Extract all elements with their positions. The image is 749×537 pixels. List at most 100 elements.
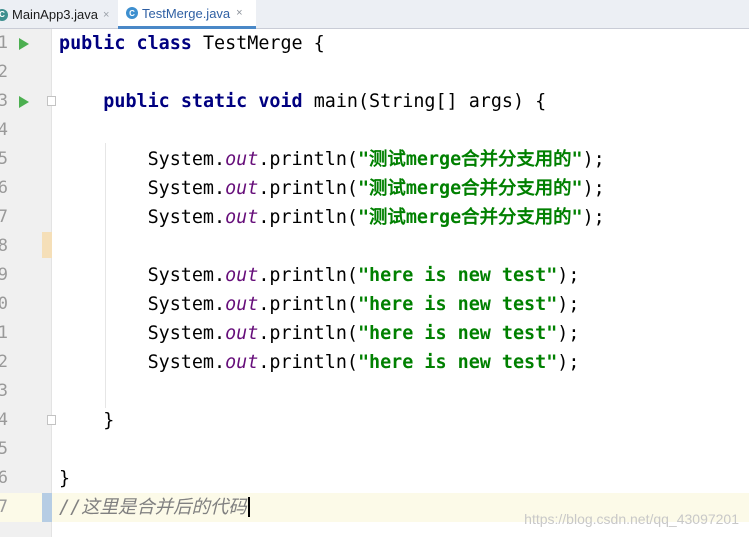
field-token: out — [225, 352, 259, 373]
code-text: System. — [59, 207, 226, 228]
fold-icon[interactable] — [47, 415, 56, 425]
code-text: System. — [59, 294, 226, 315]
code-text: ); — [582, 207, 605, 228]
code-text: System. — [59, 178, 226, 199]
keyword-token: static — [180, 91, 248, 112]
code-content: } — [59, 464, 70, 493]
string-literal: "测试merge合并分支用的" — [357, 149, 583, 170]
run-icon[interactable] — [19, 38, 29, 50]
line-number: 1 — [0, 33, 8, 53]
java-class-icon: C — [126, 7, 138, 19]
field-token: out — [225, 265, 259, 286]
code-text: .println( — [258, 265, 358, 286]
code-text: .println( — [258, 149, 358, 170]
code-line[interactable]: 2 System.out.println("here is new test")… — [0, 348, 749, 377]
code-text: } — [59, 468, 71, 489]
code-text: .println( — [258, 352, 358, 373]
keyword-token: void — [258, 91, 303, 112]
code-line[interactable]: 0 System.out.println("here is new test")… — [0, 290, 749, 319]
tab-label: TestMerge.java — [142, 5, 231, 21]
close-icon[interactable]: × — [103, 9, 109, 21]
code-content: System.out.println("测试merge合并分支用的"); — [59, 203, 605, 232]
code-line[interactable]: 6} — [0, 464, 749, 493]
line-number: 5 — [0, 439, 8, 459]
string-literal: "here is new test" — [357, 352, 558, 373]
line-number: 4 — [0, 410, 8, 430]
keyword-token: public — [59, 33, 126, 54]
code-text: .println( — [258, 178, 358, 199]
code-content: System.out.println("here is new test"); — [59, 290, 580, 319]
code-content: System.out.println("here is new test"); — [59, 319, 580, 348]
keyword-token: class — [136, 33, 192, 54]
line-number: 3 — [0, 381, 8, 401]
tab-label: MainApp3.java — [12, 7, 98, 22]
field-token: out — [225, 207, 259, 228]
code-line[interactable]: 8 — [0, 232, 749, 261]
code-text: .println( — [258, 294, 358, 315]
line-number: 8 — [0, 236, 8, 256]
code-line[interactable]: 9 System.out.println("here is new test")… — [0, 261, 749, 290]
field-token: out — [225, 149, 259, 170]
code-content: System.out.println("测试merge合并分支用的"); — [59, 174, 605, 203]
fold-icon[interactable] — [47, 96, 56, 106]
code-text: ); — [582, 178, 605, 199]
text-caret — [247, 497, 250, 517]
line-number: 1 — [0, 323, 8, 343]
code-line[interactable]: 4 — [0, 116, 749, 145]
code-line[interactable]: 6 System.out.println("测试merge合并分支用的"); — [0, 174, 749, 203]
code-text: ); — [557, 294, 580, 315]
field-token: out — [225, 294, 259, 315]
line-number: 6 — [0, 178, 8, 198]
code-text: System. — [59, 323, 226, 344]
comment-token: //这里是合并后的代码 — [59, 497, 247, 518]
current-line-marker — [42, 493, 52, 522]
code-text: .println( — [258, 323, 358, 344]
string-literal: "here is new test" — [357, 294, 558, 315]
code-text: System. — [59, 265, 226, 286]
keyword-token: public — [103, 91, 170, 112]
line-number: 2 — [0, 352, 8, 372]
code-text: TestMerge { — [191, 33, 325, 54]
code-line[interactable]: 5 System.out.println("测试merge合并分支用的"); — [0, 145, 749, 174]
code-content: //这里是合并后的代码 — [59, 493, 250, 522]
code-content: } — [59, 406, 114, 435]
code-line[interactable]: 4 } — [0, 406, 749, 435]
code-line[interactable]: 3 — [0, 377, 749, 406]
code-line[interactable]: 5 — [0, 435, 749, 464]
tab-testmerge[interactable]: C TestMerge.java × — [118, 0, 256, 29]
code-line[interactable]: 1 public class TestMerge { — [0, 29, 749, 58]
run-icon[interactable] — [19, 96, 29, 108]
string-literal: "here is new test" — [357, 323, 558, 344]
close-icon[interactable]: × — [236, 7, 242, 19]
line-number: 7 — [0, 207, 8, 227]
code-line[interactable]: 2 — [0, 58, 749, 87]
line-number: 4 — [0, 120, 8, 140]
code-text: System. — [59, 352, 226, 373]
code-text: ); — [557, 265, 580, 286]
line-number: 2 — [0, 62, 8, 82]
string-literal: "测试merge合并分支用的" — [357, 207, 583, 228]
code-content: public class TestMerge { — [59, 29, 325, 58]
code-line[interactable]: 7 System.out.println("测试merge合并分支用的"); — [0, 203, 749, 232]
code-text: .println( — [258, 207, 358, 228]
editor-tab-bar: C MainApp3.java × C TestMerge.java × — [0, 0, 749, 29]
string-literal: "测试merge合并分支用的" — [357, 178, 583, 199]
code-text: ); — [557, 323, 580, 344]
code-text: } — [59, 410, 115, 431]
watermark: https://blog.csdn.net/qq_43097201 — [524, 511, 739, 527]
code-content: public static void main(String[] args) { — [59, 87, 546, 116]
line-number: 0 — [0, 294, 8, 314]
line-number: 3 — [0, 91, 8, 111]
code-content: System.out.println("here is new test"); — [59, 348, 580, 377]
line-number: 5 — [0, 149, 8, 169]
field-token: out — [225, 178, 259, 199]
code-editor[interactable]: 1 public class TestMerge { 2 3 public stati… — [0, 29, 749, 537]
line-number: 9 — [0, 265, 8, 285]
code-line[interactable]: 1 System.out.println("here is new test")… — [0, 319, 749, 348]
tab-mainapp3[interactable]: C MainApp3.java × — [0, 0, 117, 29]
code-line[interactable]: 3 public static void main(String[] args)… — [0, 87, 749, 116]
field-token: out — [225, 323, 259, 344]
